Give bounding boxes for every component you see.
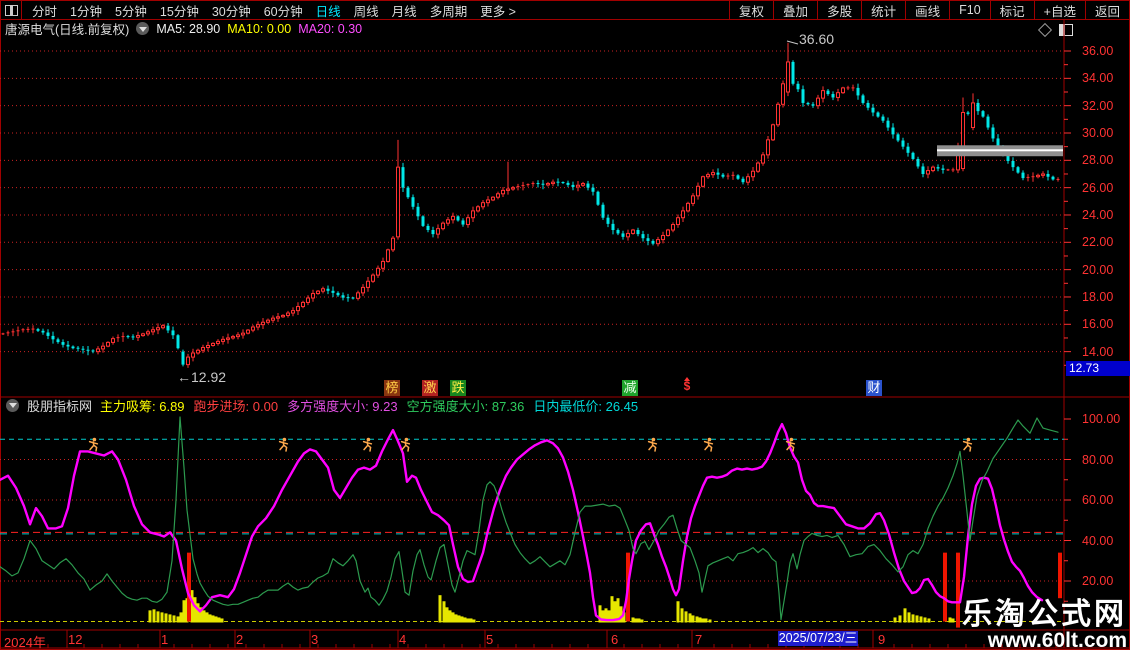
main-y-axis-label: 14.00 [1082,345,1113,359]
runner-signal-icon [702,437,715,452]
x-axis-label: 12 [68,632,82,647]
runner-signal-icon [961,437,974,452]
indicator-field: 空方强度大小: 87.36 [407,396,525,415]
indicator-field: 多方强度大小: 9.23 [287,396,398,415]
indicator-field: 日内最低价: 26.45 [533,396,638,415]
ad-item-财[interactable]: 财 [866,380,882,396]
last-price-badge: 12.73 [1066,361,1130,376]
selected-date-box: 2025/07/23/三 [778,631,858,646]
main-y-axis-label: 16.00 [1082,317,1113,331]
min-price-annotation: ←12.92 [177,369,226,385]
main-y-axis-label: 30.00 [1082,126,1113,140]
main-y-axis-label: 32.00 [1082,99,1113,113]
x-axis-label: 6 [611,632,618,647]
main-y-axis-label: 18.00 [1082,290,1113,304]
main-y-axis-label: 20.00 [1082,263,1113,277]
main-y-axis-label: 36.00 [1082,44,1113,58]
main-y-axis-label: 22.00 [1082,235,1113,249]
indicator-y-axis-label: 80.00 [1082,453,1113,467]
ad-item-榜[interactable]: 榜 [384,380,400,396]
x-axis-label: 2024年 [4,632,46,650]
max-price-annotation: 36.60 [799,31,834,47]
indicator-y-axis-label: 20.00 [1082,574,1113,588]
dollar-label: $ [680,381,694,392]
indicator-y-axis-label: 100.00 [1082,412,1120,426]
indicator-field: 跑步进场: 0.00 [194,396,279,415]
watermark-url: www.60lt.com [962,630,1127,650]
x-axis-label: 2 [236,632,243,647]
runner-signal-icon [277,437,290,452]
x-axis-label: 7 [695,632,702,647]
x-axis-label: 1 [161,632,168,647]
main-y-axis-label: 34.00 [1082,71,1113,85]
main-y-axis-label: 28.00 [1082,153,1113,167]
ad-item-激[interactable]: 激 [422,380,438,396]
runner-signal-icon [87,437,100,452]
runner-signal-icon [361,437,374,452]
ad-item-减[interactable]: 减 [622,380,638,396]
main-y-axis-label: 24.00 [1082,208,1113,222]
dollar-shortcut[interactable]: $ [680,377,694,392]
x-axis-label: 4 [399,632,406,647]
indicator-header: 股朋指标网 主力吸筹: 6.89 跑步进场: 0.00 多方强度大小: 9.23 空方… [6,398,638,412]
ad-item-跌[interactable]: 跌 [450,380,466,396]
indicator-chevron-icon[interactable] [6,399,19,412]
indicator-field: 主力吸筹: 6.89 [100,396,185,415]
watermark: 乐淘公式网 www.60lt.com [962,600,1127,650]
main-y-axis-label: 26.00 [1082,181,1113,195]
indicator-name[interactable]: 股朋指标网 [27,396,92,415]
indicator-y-axis-label: 60.00 [1082,493,1113,507]
indicator-values: 主力吸筹: 6.89 跑步进场: 0.00 多方强度大小: 9.23 空方强度大小: … [100,396,638,415]
runner-signal-icon [399,437,412,452]
runner-signal-icon [646,437,659,452]
x-axis-label: 5 [486,632,493,647]
chart-canvas[interactable] [0,0,1130,650]
indicator-y-axis-label: 40.00 [1082,534,1113,548]
x-axis-label: 9 [878,632,885,647]
runner-signal-icon [784,437,797,452]
watermark-site-name: 乐淘公式网 [962,600,1127,630]
stock-app-window: 分时1分钟5分钟15分钟30分钟60分钟日线周线月线多周期更多 > 复权叠加多股… [0,0,1130,650]
x-axis-label: 3 [311,632,318,647]
